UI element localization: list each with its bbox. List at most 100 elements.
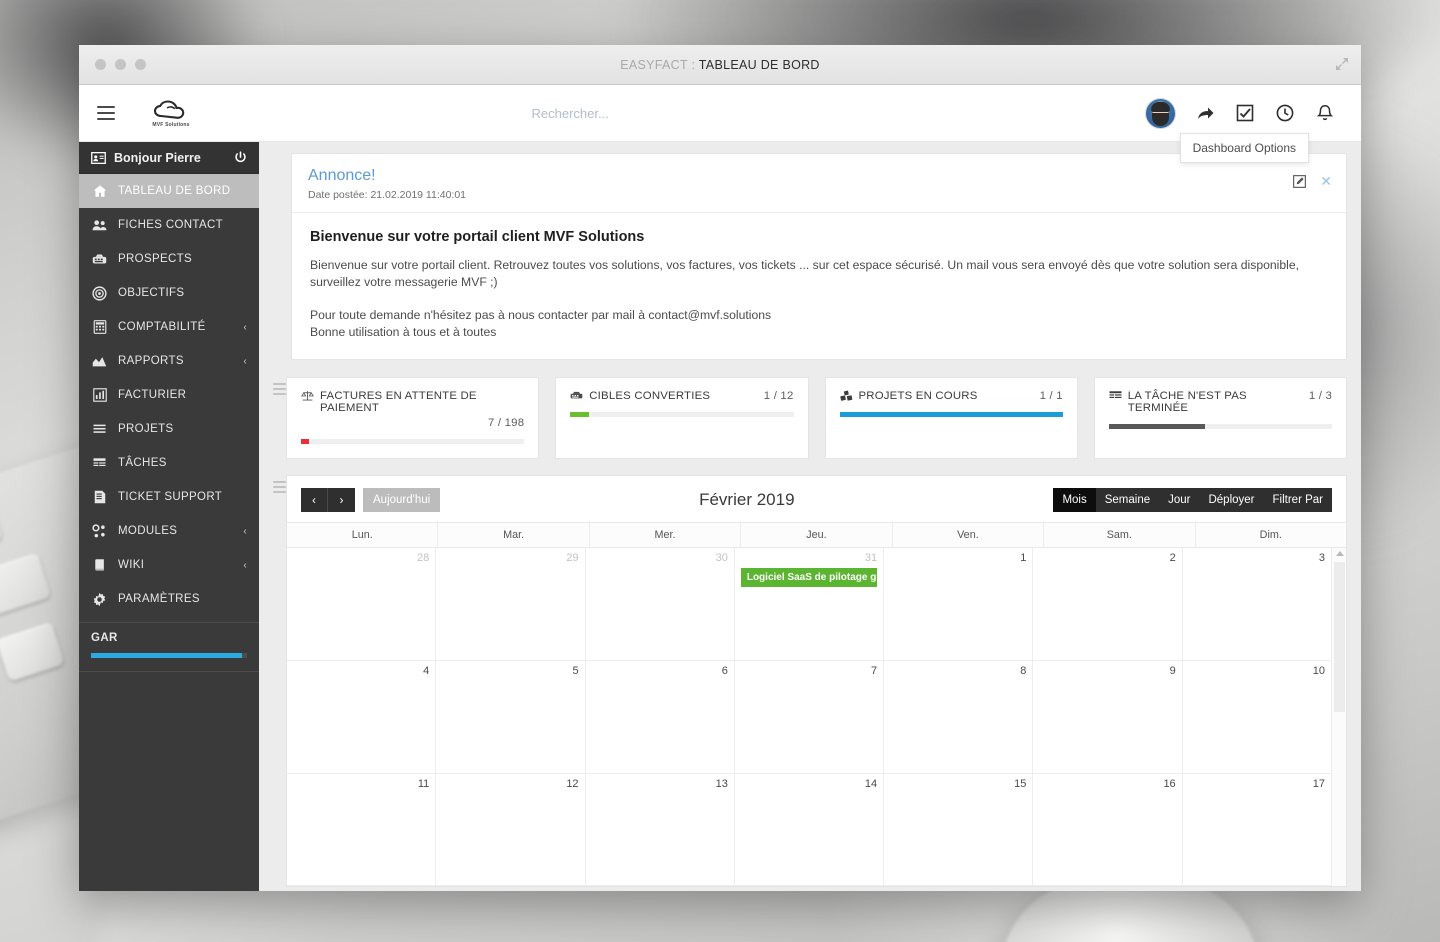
calendar-day-cell[interactable]: 28: [287, 548, 437, 660]
users-icon: [91, 218, 108, 233]
sidebar-item-modules[interactable]: MODULES ‹: [79, 514, 259, 548]
calendar-view-filtrer-par[interactable]: Filtrer Par: [1263, 488, 1332, 513]
sidebar-item-t-ches[interactable]: TÂCHES: [79, 446, 259, 480]
calendar-day-cell[interactable]: 16: [1033, 773, 1183, 886]
calendar-day-cell[interactable]: 5: [436, 660, 586, 773]
kpi-cards: FACTURES EN ATTENTE DE PAIEMENT 7 / 198 CI…: [286, 377, 1347, 460]
calendar-day-cell[interactable]: 4: [287, 660, 437, 773]
power-icon[interactable]: [234, 151, 247, 164]
calendar-scrollbar[interactable]: [1331, 548, 1346, 887]
calendar-event[interactable]: Logiciel SaaS de pilotage g: [740, 568, 878, 588]
kpi-card[interactable]: PROJETS EN COURS 1 / 1: [824, 377, 1078, 460]
sidebar-item-tableau-de-bord[interactable]: TABLEAU DE BORD: [79, 174, 259, 208]
edit-icon[interactable]: [1293, 174, 1307, 188]
scrollbar-thumb[interactable]: [1334, 562, 1345, 713]
announcement-date: Date postée: 21.02.2019 11:40:01: [308, 189, 467, 201]
sidebar-item-label: MODULES: [118, 525, 178, 537]
sidebar-item-param-tres[interactable]: PARAMÈTRES: [79, 582, 259, 616]
kpi-progress-bar: [839, 412, 1063, 418]
calendar-day-cell[interactable]: 12: [436, 773, 586, 886]
calendar-day-cell[interactable]: 11: [287, 773, 437, 886]
book-icon: [91, 558, 108, 572]
calendar-day-cell[interactable]: 2: [1033, 548, 1183, 660]
calendar-day-cell[interactable]: 14: [735, 773, 885, 886]
calendar-day-cell[interactable]: 9: [1033, 660, 1183, 773]
calendar-day-number: 9: [1169, 664, 1176, 677]
calendar-prev-button[interactable]: ‹: [301, 488, 328, 513]
announcement-paragraph-2: Pour toute demande n'hésitez pas à nous …: [310, 307, 772, 322]
window-resize-icon[interactable]: [1335, 57, 1349, 71]
calendar-day-number: 13: [715, 777, 728, 790]
calendar-day-number: 30: [715, 552, 728, 565]
sidebar: Bonjour Pierre TABLEAU DE BORD FICHES CON…: [79, 142, 259, 891]
announcement-body: Bienvenue sur votre portail client MVF S…: [292, 213, 1346, 359]
calendar-view-mois[interactable]: Mois: [1053, 488, 1096, 513]
calendar-day-cell[interactable]: 31 Logiciel SaaS de pilotage g: [735, 548, 885, 660]
calendar-day-number: 3: [1318, 552, 1325, 565]
kpi-card[interactable]: FACTURES EN ATTENTE DE PAIEMENT 7 / 198: [286, 377, 540, 460]
calendar-view-jour[interactable]: Jour: [1159, 488, 1200, 513]
calendar-drag-handle[interactable]: [273, 475, 286, 887]
sidebar-item-label: OBJECTIFS: [118, 287, 185, 299]
close-icon[interactable]: ✕: [1320, 174, 1332, 188]
search-container: [207, 105, 1146, 121]
kpi-label: LA TÂCHE N'EST PAS TERMINÉE: [1127, 390, 1247, 415]
announcement-paragraph-1: Bienvenue sur votre portail client. Retr…: [310, 258, 1300, 290]
sidebar-item-projets[interactable]: PROJETS: [79, 412, 259, 446]
sidebar-item-wiki[interactable]: WIKI ‹: [79, 548, 259, 582]
kpi-card[interactable]: CIBLES CONVERTIES 1 / 12: [555, 377, 809, 460]
cubes-icon: [839, 390, 853, 402]
calendar-day-header: Ven.: [893, 523, 1045, 548]
sidebar-item-comptabilit[interactable]: COMPTABILITÉ ‹: [79, 310, 259, 344]
chevron-left-icon: ‹: [243, 321, 247, 333]
kpi-card[interactable]: LA TÂCHE N'EST PAS TERMINÉE 1 / 3: [1093, 377, 1347, 460]
kpi-count: 1 / 3: [1308, 390, 1332, 403]
sidebar-item-prospects[interactable]: PROSPECTS: [79, 242, 259, 276]
scroll-up-arrow-icon[interactable]: [1336, 551, 1344, 557]
calendar-day-number: 12: [566, 777, 579, 790]
calendar-day-cell[interactable]: 17: [1183, 774, 1331, 886]
calendar-day-number: 5: [572, 664, 579, 677]
calendar-view-d-ployer[interactable]: Déployer: [1199, 488, 1264, 513]
calendar-day-cell[interactable]: 13: [586, 773, 735, 886]
sidebar-item-facturier[interactable]: FACTURIER: [79, 378, 259, 412]
calendar-day-number: 6: [721, 664, 728, 677]
calendar-today-button[interactable]: Aujourd'hui: [363, 488, 441, 513]
calendar-day-cell[interactable]: 8: [884, 660, 1034, 773]
kpi-progress-bar: [570, 412, 794, 418]
sidebar-item-fiches-contact[interactable]: FICHES CONTACT: [79, 208, 259, 242]
calendar-day-cell[interactable]: 6: [586, 660, 735, 773]
avatar[interactable]: [1146, 98, 1175, 128]
kpi-top: PROJETS EN COURS 1 / 1: [839, 390, 1063, 402]
bell-icon[interactable]: [1315, 103, 1335, 123]
calendar-day-cell[interactable]: 30: [586, 548, 735, 660]
sidebar-toggle-icon[interactable]: [97, 106, 115, 120]
sidebar-item-rapports[interactable]: RAPPORTS ‹: [79, 344, 259, 378]
calendar-day-cell[interactable]: 7: [735, 660, 885, 773]
calendar-day-cell[interactable]: 10: [1183, 661, 1331, 773]
clock-icon[interactable]: [1275, 103, 1295, 123]
calendar-day-cell[interactable]: 1: [884, 548, 1034, 660]
calendar-week-row: 28 29 30 31 Logiciel SaaS de pilotage g 1 2 3: [287, 548, 1331, 661]
calendar-day-cell[interactable]: 29: [436, 548, 586, 660]
kpi-row-drag-handle[interactable]: [273, 377, 286, 459]
sidebar-greeting: Bonjour Pierre: [79, 142, 259, 174]
sidebar-item-ticket-support[interactable]: TICKET SUPPORT: [79, 480, 259, 514]
announcement-panel: Annonce! Date postée: 21.02.2019 11:40:0…: [291, 153, 1347, 361]
sidebar-item-label: TICKET SUPPORT: [118, 491, 223, 503]
id-card-icon: [91, 151, 106, 164]
share-icon[interactable]: [1195, 103, 1215, 123]
calendar-day-number: 10: [1312, 664, 1325, 677]
calendar-next-button[interactable]: ›: [328, 488, 355, 513]
calendar-day-cell[interactable]: 15: [884, 773, 1034, 886]
search-input[interactable]: [531, 105, 822, 121]
brand-logo[interactable]: MVF Solutions: [135, 99, 207, 128]
check-square-icon[interactable]: [1235, 103, 1255, 123]
calendar-day-header: Dim.: [1259, 529, 1282, 542]
announcement-heading: Bienvenue sur votre portail client MVF S…: [310, 229, 645, 245]
calendar-day-cell[interactable]: 3: [1183, 548, 1331, 660]
sidebar-item-objectifs[interactable]: OBJECTIFS: [79, 276, 259, 310]
calendar-view-semaine[interactable]: Semaine: [1095, 488, 1160, 513]
kpi-top: CIBLES CONVERTIES 1 / 12: [570, 390, 793, 402]
calendar-nav-buttons: ‹ ›: [301, 488, 355, 513]
